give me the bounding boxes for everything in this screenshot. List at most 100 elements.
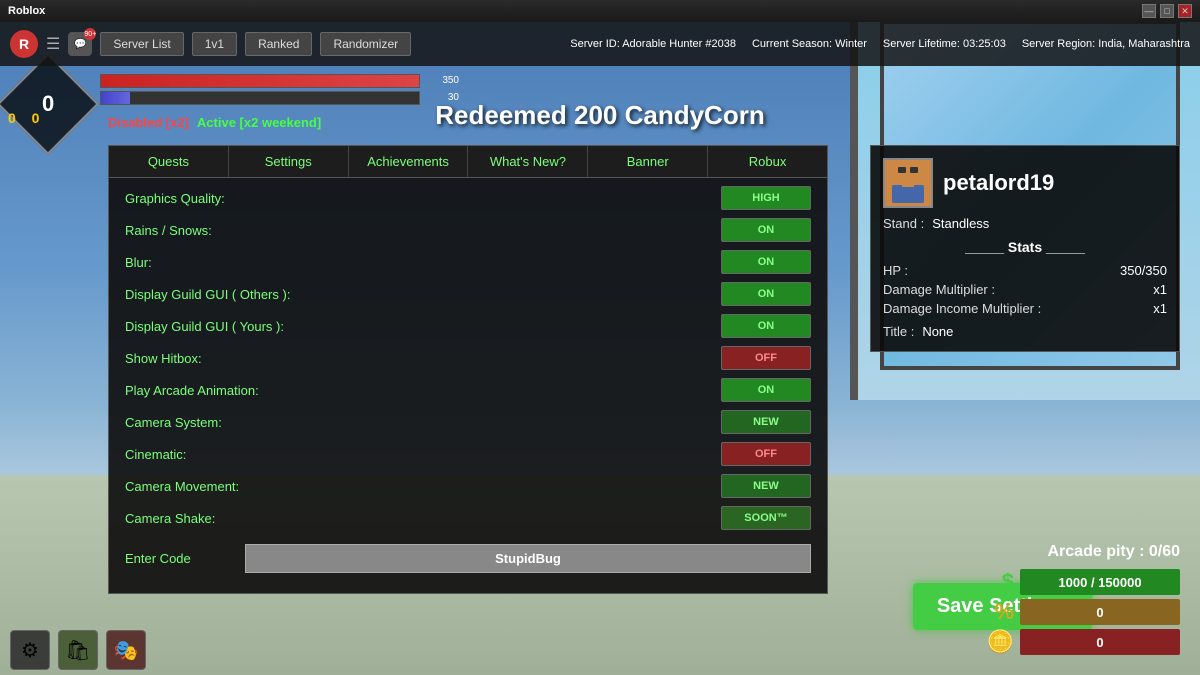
- cinematic-btn[interactable]: OFF: [721, 442, 811, 466]
- code-input[interactable]: StupidBug: [245, 544, 811, 573]
- server-lifetime: Server Lifetime: 03:25:03: [883, 38, 1006, 50]
- player-header: petalord19: [883, 158, 1167, 208]
- guild-others-label: Display Guild GUI ( Others ):: [125, 287, 721, 302]
- title-value: None: [922, 324, 953, 339]
- setting-camera-shake: Camera Shake: SOON™: [109, 502, 827, 534]
- titlebar: Roblox — □ ✕: [0, 0, 1200, 22]
- percent-row: % 0: [994, 599, 1180, 625]
- enter-code-label: Enter Code: [125, 551, 245, 566]
- title-row: Title : None: [883, 324, 1167, 339]
- camera-movement-btn[interactable]: NEW: [721, 474, 811, 498]
- cosmetics-button[interactable]: 🎭: [106, 630, 146, 670]
- health-bar: 350: [100, 74, 420, 88]
- damage-row: Damage Multiplier : x1: [883, 282, 1167, 297]
- camera-movement-label: Camera Movement:: [125, 479, 721, 494]
- compass-container: 0: [12, 68, 84, 140]
- hp-label: HP :: [883, 263, 908, 278]
- rains-snows-btn[interactable]: ON: [721, 218, 811, 242]
- arcade-anim-label: Play Arcade Animation:: [125, 383, 721, 398]
- compass-value: 0: [42, 91, 54, 117]
- camera-shake-label: Camera Shake:: [125, 511, 721, 526]
- camera-system-btn[interactable]: NEW: [721, 410, 811, 434]
- setting-camera-system: Camera System: NEW: [109, 406, 827, 438]
- hud-scores: 0 0: [8, 110, 39, 126]
- health-fill: [101, 75, 419, 87]
- rains-snows-label: Rains / Snows:: [125, 223, 721, 238]
- server-list-button[interactable]: Server List: [100, 32, 183, 56]
- minimize-button[interactable]: —: [1142, 4, 1156, 18]
- dollar-icon: $: [1002, 569, 1014, 595]
- notification-text: Redeemed 200 CandyCorn: [435, 100, 764, 130]
- tab-achievements[interactable]: Achievements: [349, 146, 469, 177]
- tabs-row: Quests Settings Achievements What's New?…: [109, 146, 827, 178]
- percent-icon: %: [994, 599, 1014, 625]
- settings-panel: Quests Settings Achievements What's New?…: [108, 145, 828, 594]
- stand-value: Standless: [932, 216, 989, 231]
- setting-play-arcade: Play Arcade Animation: ON: [109, 374, 827, 406]
- avatar: [883, 158, 933, 208]
- app-title: Roblox: [8, 5, 45, 17]
- income-row: Damage Income Multiplier : x1: [883, 301, 1167, 316]
- guild-others-btn[interactable]: ON: [721, 282, 811, 306]
- tab-whats-new[interactable]: What's New?: [468, 146, 588, 177]
- setting-rains-snows: Rains / Snows: ON: [109, 214, 827, 246]
- setting-cinematic: Cinematic: OFF: [109, 438, 827, 470]
- enter-code-row: Enter Code StupidBug: [109, 538, 827, 579]
- setting-display-guild-others: Display Guild GUI ( Others ): ON: [109, 278, 827, 310]
- player-name: petalord19: [943, 170, 1054, 196]
- status-indicators: Disabled [x2] Active [x2 weekend]: [108, 115, 321, 130]
- tab-quests[interactable]: Quests: [109, 146, 229, 177]
- chat-badge: 90+: [84, 28, 96, 40]
- hp-value: 350/350: [1120, 263, 1167, 278]
- hitbox-label: Show Hitbox:: [125, 351, 721, 366]
- guild-yours-btn[interactable]: ON: [721, 314, 811, 338]
- title-label: Title :: [883, 324, 914, 339]
- server-info: Server ID: Adorable Hunter #2038 Current…: [570, 38, 1190, 50]
- arcade-anim-btn[interactable]: ON: [721, 378, 811, 402]
- settings-content: Graphics Quality: HIGH Rains / Snows: ON…: [109, 178, 827, 583]
- close-button[interactable]: ✕: [1178, 4, 1192, 18]
- stand-label: Stand :: [883, 216, 924, 231]
- bottom-hud: ⚙ 🛍 🎭: [0, 625, 1200, 675]
- active-status: Active [x2 weekend]: [197, 115, 321, 130]
- chat-icon[interactable]: 💬 90+: [68, 32, 92, 56]
- graphics-quality-label: Graphics Quality:: [125, 191, 721, 206]
- cash-row: $ 1000 / 150000: [1002, 569, 1180, 595]
- setting-graphics-quality: Graphics Quality: HIGH: [109, 182, 827, 214]
- notification-banner: Redeemed 200 CandyCorn: [435, 100, 764, 131]
- randomizer-button[interactable]: Randomizer: [320, 32, 411, 56]
- graphics-quality-btn[interactable]: HIGH: [721, 186, 811, 210]
- tab-robux[interactable]: Robux: [708, 146, 827, 177]
- maximize-button[interactable]: □: [1160, 4, 1174, 18]
- guild-yours-label: Display Guild GUI ( Yours ):: [125, 319, 721, 334]
- stats-title: _____ Stats _____: [883, 239, 1167, 255]
- arcade-pity-text: Arcade pity : 0/60: [1048, 543, 1181, 561]
- server-id: Server ID: Adorable Hunter #2038: [570, 38, 736, 50]
- income-label: Damage Income Multiplier :: [883, 301, 1041, 316]
- tab-banner[interactable]: Banner: [588, 146, 708, 177]
- cinematic-label: Cinematic:: [125, 447, 721, 462]
- tab-settings[interactable]: Settings: [229, 146, 349, 177]
- menu-icon[interactable]: ☰: [46, 34, 60, 54]
- percent-bar: 0: [1020, 599, 1180, 625]
- score-row-1: 0 0: [8, 110, 39, 126]
- shop-button[interactable]: 🛍: [58, 630, 98, 670]
- setting-display-guild-yours: Display Guild GUI ( Yours ): ON: [109, 310, 827, 342]
- player-panel: petalord19 Stand : Standless _____ Stats…: [870, 145, 1180, 352]
- damage-value: x1: [1153, 282, 1167, 297]
- stamina-fill: [101, 92, 130, 104]
- status-bars: 350 30: [100, 74, 420, 108]
- ranked-button[interactable]: Ranked: [245, 32, 312, 56]
- player-stand-row: Stand : Standless: [883, 216, 1167, 231]
- 1v1-button[interactable]: 1v1: [192, 32, 237, 56]
- camera-shake-btn[interactable]: SOON™: [721, 506, 811, 530]
- navbar: R ☰ 💬 90+ Server List 1v1 Ranked Randomi…: [0, 22, 1200, 66]
- blur-label: Blur:: [125, 255, 721, 270]
- setting-blur: Blur: ON: [109, 246, 827, 278]
- settings-hud-button[interactable]: ⚙: [10, 630, 50, 670]
- hitbox-btn[interactable]: OFF: [721, 346, 811, 370]
- blur-btn[interactable]: ON: [721, 250, 811, 274]
- camera-system-label: Camera System:: [125, 415, 721, 430]
- setting-show-hitbox: Show Hitbox: OFF: [109, 342, 827, 374]
- stamina-bar: 30: [100, 91, 420, 105]
